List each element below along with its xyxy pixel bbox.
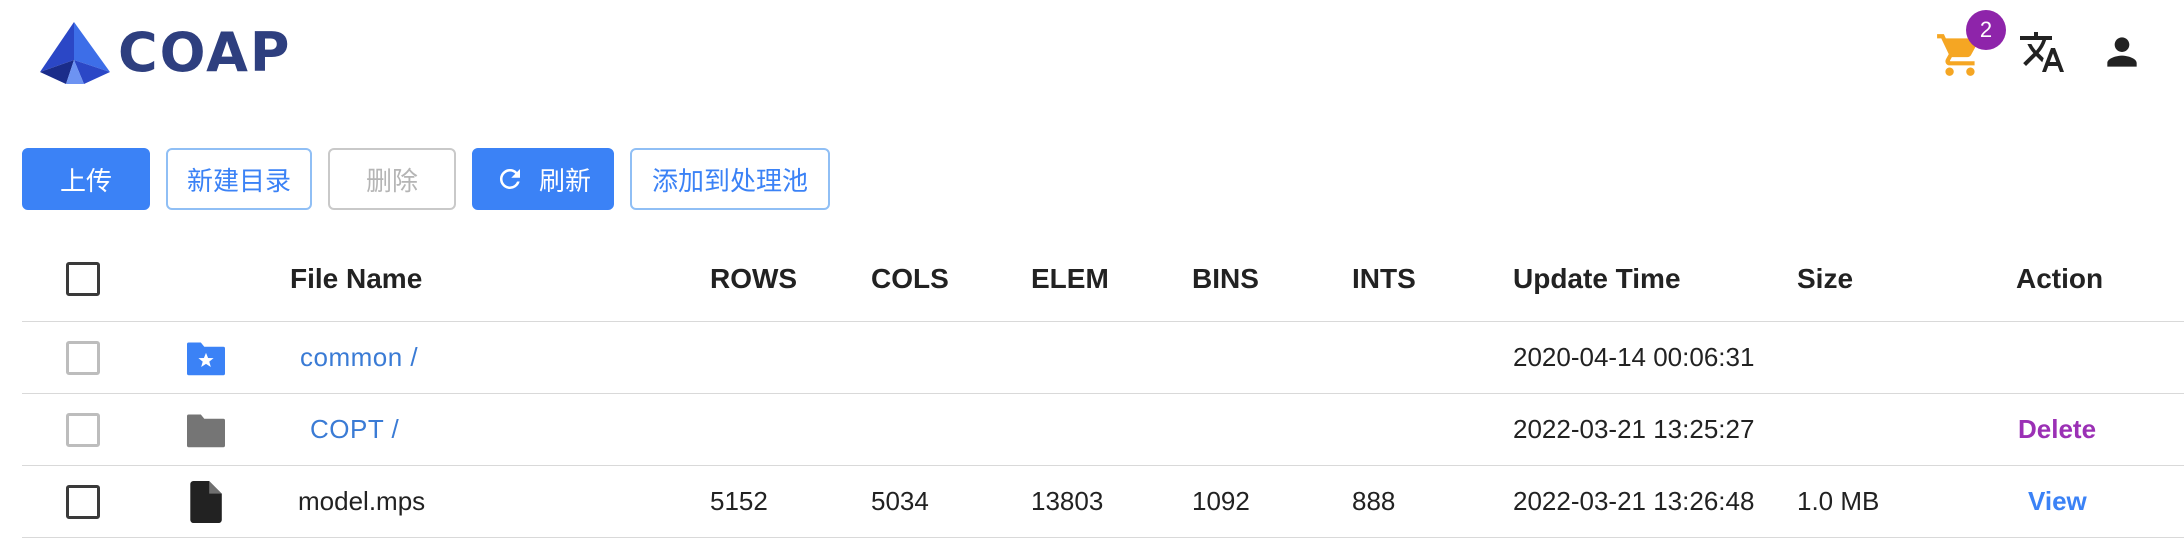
folder-icon [185,394,227,465]
rows-value: 5152 [710,486,768,516]
account-icon[interactable] [2100,30,2144,74]
table-row[interactable]: COPT / 2022-03-21 13:25:27 Delete [22,394,2184,466]
column-header-ints[interactable]: INTS [1352,236,1416,321]
column-header-update-time[interactable]: Update Time [1513,236,1681,321]
file-name[interactable]: model.mps [298,466,425,537]
update-time: 2020-04-14 00:06:31 [1513,342,1755,372]
update-time: 2022-03-21 13:26:48 [1513,486,1755,516]
table-row[interactable]: common / 2020-04-14 00:06:31 [22,322,2184,394]
cols-value: 5034 [871,486,929,516]
select-all-checkbox-cell [66,236,100,321]
row-checkbox[interactable] [66,340,100,375]
brand-logo[interactable]: COAP [36,20,291,86]
view-action-link[interactable]: View [2028,466,2087,537]
file-name-link[interactable]: common / [300,322,418,393]
row-checkbox-cell [66,322,100,393]
file-table: File Name ROWS COLS ELEM BINS INTS Updat… [22,236,2184,538]
new-directory-button[interactable]: 新建目录 [166,148,312,210]
cart-count-badge: 2 [1966,10,2006,50]
refresh-button-label: 刷新 [538,166,591,197]
row-checkbox-cell [66,466,100,537]
bins-value: 1092 [1192,486,1250,516]
ints-value: 888 [1352,486,1396,516]
file-name-link[interactable]: COPT / [310,394,399,465]
row-checkbox-cell [66,394,100,465]
upload-button[interactable]: 上传 [22,148,150,210]
delete-button[interactable]: 删除 [328,148,456,210]
upload-button-label: 上传 [59,166,112,197]
column-header-rows[interactable]: ROWS [710,236,797,321]
column-header-size[interactable]: Size [1797,236,1853,321]
delete-button-label: 删除 [365,166,418,197]
refresh-icon [495,164,525,194]
column-header-action: Action [2016,262,2104,294]
translate-icon[interactable] [2018,28,2066,76]
add-to-pool-button[interactable]: 添加到处理池 [630,148,830,210]
size-value: 1.0 MB [1797,486,1880,516]
delete-action-link[interactable]: Delete [2018,394,2096,465]
file-toolbar: 上传 新建目录 删除 刷新 添加到处理池 [22,148,846,210]
table-header: File Name ROWS COLS ELEM BINS INTS Updat… [22,236,2184,322]
update-time: 2022-03-21 13:25:27 [1513,414,1755,444]
folder-star-icon [185,322,227,393]
refresh-button[interactable]: 刷新 [472,148,614,210]
add-to-pool-button-label: 添加到处理池 [651,166,808,197]
row-checkbox[interactable] [66,412,100,447]
new-directory-button-label: 新建目录 [186,166,291,197]
table-row[interactable]: model.mps 5152 5034 13803 1092 888 2022-… [22,466,2184,538]
app-header: COAP 2 [0,0,2184,110]
logo-mark-icon [40,22,110,84]
row-checkbox[interactable] [66,484,100,519]
elem-value: 13803 [1031,486,1104,516]
column-header-elem[interactable]: ELEM [1031,236,1109,321]
brand-name: COAP [118,21,292,84]
column-header-file-name[interactable]: File Name [290,236,422,321]
column-header-cols[interactable]: COLS [871,236,949,321]
file-icon [188,466,222,537]
column-header-bins[interactable]: BINS [1192,236,1259,321]
select-all-checkbox[interactable] [66,261,100,296]
